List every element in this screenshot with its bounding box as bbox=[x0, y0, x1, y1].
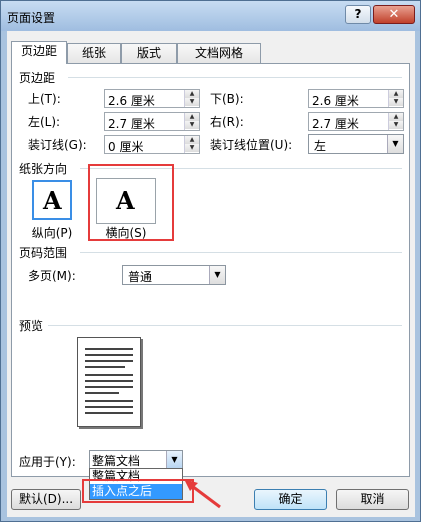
window-title: 页面设置 bbox=[7, 11, 56, 25]
bottom-margin-spinner[interactable]: 2.6 厘米 ▲ ▼ bbox=[308, 89, 404, 108]
tab-margins[interactable]: 页边距 bbox=[11, 41, 67, 64]
ok-button[interactable]: 确定 bbox=[254, 489, 327, 510]
multiple-pages-select[interactable]: 普通 ▼ bbox=[122, 265, 226, 285]
gutter-arrows[interactable]: ▲ ▼ bbox=[184, 136, 199, 153]
left-margin-value: 2.7 厘米 bbox=[108, 117, 155, 131]
default-button[interactable]: 默认(D)... bbox=[11, 489, 81, 510]
margins-section-label: 页边距 bbox=[19, 71, 56, 85]
top-margin-label: 上(T): bbox=[28, 92, 61, 106]
tab-layout[interactable]: 版式 bbox=[121, 43, 177, 64]
multiple-pages-label: 多页(M): bbox=[28, 269, 76, 283]
tab-panel: 页边距 上(T): 2.6 厘米 ▲ ▼ 下(B): 2.6 厘米 ▲ ▼ 左(L)… bbox=[11, 63, 410, 477]
title-bar[interactable]: 页面设置 ? ✕ bbox=[1, 1, 420, 31]
right-margin-spinner[interactable]: 2.7 厘米 ▲ ▼ bbox=[308, 112, 404, 131]
option-highlight-box bbox=[82, 479, 194, 503]
portrait-icon: A bbox=[43, 186, 62, 215]
orientation-section-label: 纸张方向 bbox=[19, 162, 68, 176]
gutter-label: 装订线(G): bbox=[28, 138, 87, 152]
portrait-label: 纵向(P) bbox=[31, 226, 73, 240]
portrait-tile[interactable]: A bbox=[32, 180, 72, 220]
annotation-arrow-icon bbox=[184, 479, 221, 509]
right-margin-value: 2.7 厘米 bbox=[312, 117, 359, 131]
bottom-margin-value: 2.6 厘米 bbox=[312, 94, 359, 108]
pages-divider bbox=[80, 252, 402, 253]
tab-doc-grid[interactable]: 文档网格 bbox=[177, 43, 261, 64]
dialog-body: 页边距 纸张 版式 文档网格 页边距 上(T): 2.6 厘米 ▲ ▼ 下(B):… bbox=[7, 31, 415, 517]
tab-paper[interactable]: 纸张 bbox=[67, 43, 121, 64]
left-margin-arrows[interactable]: ▲ ▼ bbox=[184, 113, 199, 130]
margins-divider bbox=[68, 77, 402, 78]
bottom-margin-arrows[interactable]: ▲ ▼ bbox=[388, 90, 403, 107]
top-margin-spinner[interactable]: 2.6 厘米 ▲ ▼ bbox=[104, 89, 200, 108]
chevron-down-icon[interactable]: ▼ bbox=[166, 451, 182, 468]
bottom-margin-label: 下(B): bbox=[210, 92, 244, 106]
left-margin-spinner[interactable]: 2.7 厘米 ▲ ▼ bbox=[104, 112, 200, 131]
gutter-position-select[interactable]: 左 ▼ bbox=[308, 134, 404, 154]
apply-to-label: 应用于(Y): bbox=[19, 455, 76, 469]
gutter-position-label: 装订线位置(U): bbox=[210, 138, 293, 152]
gutter-position-value: 左 bbox=[314, 139, 327, 153]
cancel-button[interactable]: 取消 bbox=[336, 489, 409, 510]
apply-to-select[interactable]: 整篇文档 ▼ bbox=[89, 450, 183, 469]
right-margin-label: 右(R): bbox=[210, 115, 244, 129]
gutter-value: 0 厘米 bbox=[108, 140, 144, 154]
top-margin-arrows[interactable]: ▲ ▼ bbox=[184, 90, 199, 107]
preview-divider bbox=[48, 325, 402, 326]
multiple-pages-value: 普通 bbox=[128, 270, 153, 284]
help-button[interactable]: ? bbox=[345, 5, 371, 24]
landscape-highlight-box bbox=[88, 164, 174, 241]
page-setup-dialog: 页面设置 ? ✕ 页边距 纸张 版式 文档网格 页边距 上(T): 2.6 厘米… bbox=[0, 0, 421, 522]
close-button[interactable]: ✕ bbox=[373, 5, 415, 24]
gutter-spinner[interactable]: 0 厘米 ▲ ▼ bbox=[104, 135, 200, 154]
left-margin-label: 左(L): bbox=[28, 115, 61, 129]
top-margin-value: 2.6 厘米 bbox=[108, 94, 155, 108]
right-margin-arrows[interactable]: ▲ ▼ bbox=[388, 113, 403, 130]
preview-section-label: 预览 bbox=[19, 319, 44, 333]
apply-to-value: 整篇文档 bbox=[92, 454, 141, 468]
chevron-down-icon[interactable]: ▼ bbox=[209, 266, 225, 284]
pages-section-label: 页码范围 bbox=[19, 246, 68, 260]
chevron-down-icon[interactable]: ▼ bbox=[387, 135, 403, 153]
page-preview bbox=[77, 337, 141, 427]
